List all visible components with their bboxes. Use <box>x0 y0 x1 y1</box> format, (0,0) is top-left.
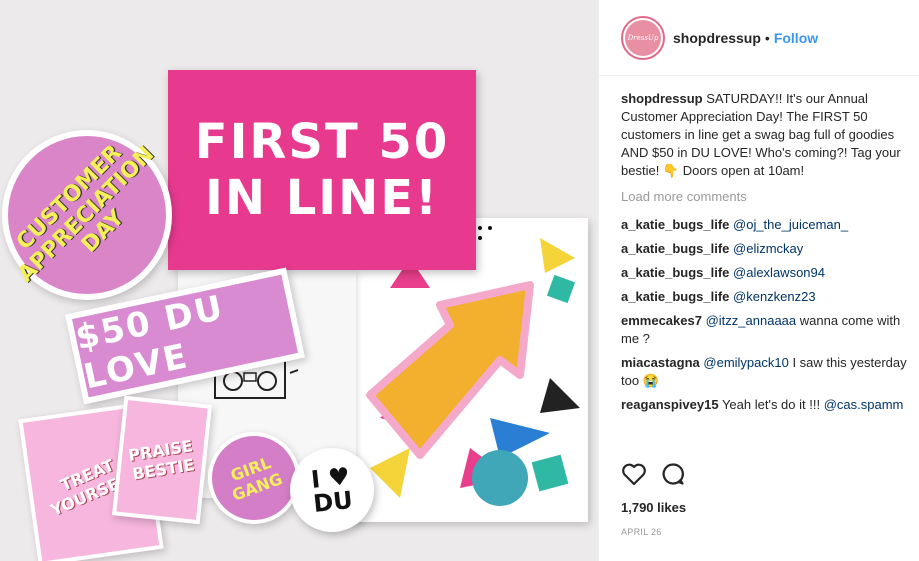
i-love-du-line2: DU <box>312 485 355 518</box>
comment-mention[interactable]: @cas.spamm <box>824 397 904 412</box>
i-love-du-button: I ♥ DU <box>290 448 374 532</box>
likes-count[interactable]: 1,790 likes <box>621 500 686 515</box>
comment-item: a_katie_bugs_life @oj_the_juiceman_ <box>621 216 911 234</box>
arrow-sticker <box>366 281 534 459</box>
comment-text: Yeah let's do it !!! <box>718 397 824 412</box>
comment-bubble-icon[interactable] <box>661 462 685 486</box>
praise-bestie-text: PRAISE BESTIE <box>127 436 196 484</box>
comment-item: a_katie_bugs_life @elizmckay <box>621 240 911 258</box>
comment-username[interactable]: reaganspivey15 <box>621 397 719 412</box>
customer-appreciation-sticker: CUSTOMER APPRECIATION DAY <box>2 130 172 300</box>
post-actions <box>621 462 901 486</box>
comment-mention[interactable]: @alexlawson94 <box>733 265 825 280</box>
post-photo[interactable]: FIRST 50 IN LINE! CUSTOMER APPRECIATION … <box>0 0 598 561</box>
avatar-logo: DressUp <box>625 19 661 56</box>
comment-mention[interactable]: @itzz_annaaaa <box>706 313 797 328</box>
post-header: DressUp shopdressup • Follow <box>599 0 919 76</box>
first-50-line2: IN LINE! <box>204 170 440 226</box>
header-separator: • <box>764 29 770 46</box>
girl-gang-text: GIRL GANG <box>227 453 285 505</box>
comment-item: a_katie_bugs_life @alexlawson94 <box>621 264 911 282</box>
comment-username[interactable]: a_katie_bugs_life <box>621 289 729 304</box>
post-sidebar: DressUp shopdressup • Follow shopdressup… <box>598 0 919 561</box>
i-love-du-text: I ♥ DU <box>310 462 355 518</box>
username-link[interactable]: shopdressup <box>673 30 761 46</box>
comment-item: a_katie_bugs_life @kenzkenz23 <box>621 288 911 306</box>
load-more-comments-button[interactable]: Load more comments <box>621 188 911 206</box>
comment-username[interactable]: a_katie_bugs_life <box>621 265 729 280</box>
caption-username[interactable]: shopdressup <box>621 91 703 106</box>
comment-mention[interactable]: @emilypack10 <box>703 355 788 370</box>
praise-bestie-card: PRAISE BESTIE <box>111 395 213 525</box>
first-50-line1: FIRST 50 <box>194 114 450 170</box>
customer-appreciation-text: CUSTOMER APPRECIATION DAY <box>12 140 160 288</box>
comment-username[interactable]: emmecakes7 <box>621 313 702 328</box>
comment-mention[interactable]: @kenzkenz23 <box>733 289 816 304</box>
comment-mention[interactable]: @oj_the_juiceman_ <box>733 217 848 232</box>
comment-item: miacastagna @emilypack10 I saw this yest… <box>621 354 911 390</box>
comment-username[interactable]: a_katie_bugs_life <box>621 217 729 232</box>
comments-list: shopdressup SATURDAY!! It's our Annual C… <box>621 90 911 420</box>
comment-username[interactable]: miacastagna <box>621 355 700 370</box>
girl-gang-button: GIRL GANG <box>208 432 300 524</box>
avatar[interactable]: DressUp <box>621 15 665 60</box>
comment-item: reaganspivey15 Yeah let's do it !!! @cas… <box>621 396 911 414</box>
post-date[interactable]: APRIL 26 <box>621 527 662 537</box>
first-50-title: FIRST 50 IN LINE! <box>195 114 449 226</box>
comment-item: emmecakes7 @itzz_annaaaa wanna come with… <box>621 312 911 348</box>
post-caption: shopdressup SATURDAY!! It's our Annual C… <box>621 90 911 180</box>
follow-button[interactable]: Follow <box>774 30 818 46</box>
comment-mention[interactable]: @elizmckay <box>733 241 803 256</box>
first-50-card: FIRST 50 IN LINE! <box>168 70 476 270</box>
comment-username[interactable]: a_katie_bugs_life <box>621 241 729 256</box>
heart-outline-icon[interactable] <box>621 462 647 486</box>
